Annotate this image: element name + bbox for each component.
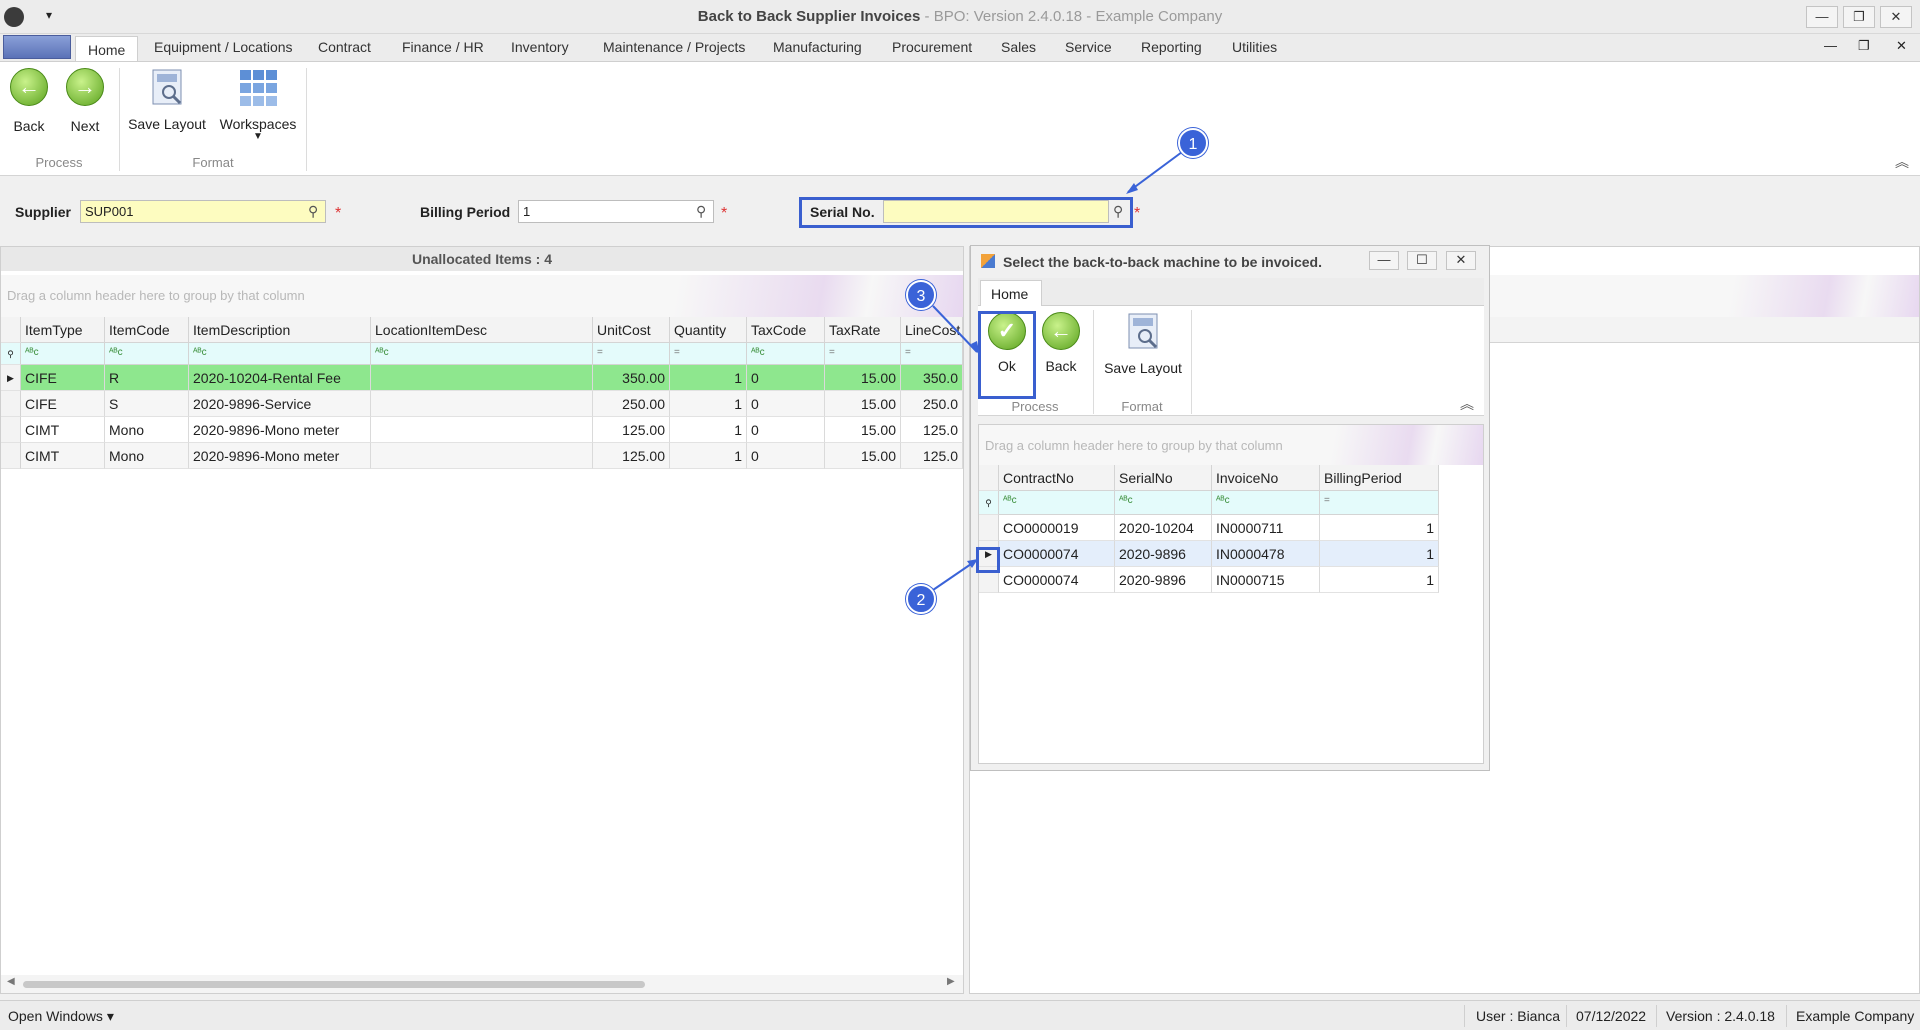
callout-arrows — [932, 151, 1183, 591]
status-version: Version : 2.4.0.18 — [1666, 1008, 1775, 1024]
status-separator — [1566, 1005, 1567, 1027]
status-separator — [1786, 1005, 1787, 1027]
callout-2: 2 — [906, 584, 936, 614]
status-separator — [1656, 1005, 1657, 1027]
status-bar: Open Windows ▾ User : Bianca 07/12/2022 … — [0, 1000, 1920, 1030]
status-separator — [1464, 1005, 1465, 1027]
callout-1: 1 — [1178, 128, 1208, 158]
open-windows-menu[interactable]: Open Windows ▾ — [8, 1008, 114, 1025]
status-user: User : Bianca — [1476, 1008, 1561, 1024]
status-company: Example Company — [1796, 1008, 1915, 1024]
callout-3: 3 — [906, 280, 936, 310]
status-date: 07/12/2022 — [1576, 1008, 1647, 1024]
